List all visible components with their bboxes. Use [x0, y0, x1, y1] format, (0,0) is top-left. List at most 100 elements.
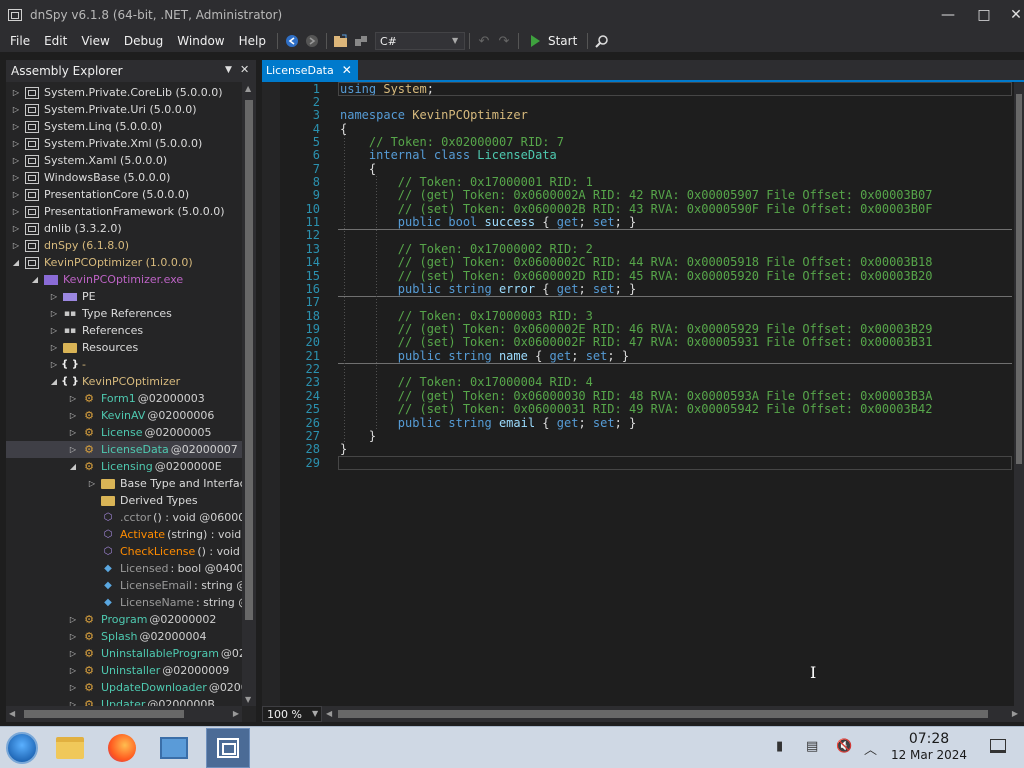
scroll-right-icon[interactable]: ▶ [233, 709, 239, 718]
scroll-left-icon[interactable]: ◀ [326, 709, 332, 718]
tree-item[interactable]: ▷ ⚙ Splash @02000004 [6, 628, 242, 645]
tree-item[interactable]: ▷ ⚙ License @02000005 [6, 424, 242, 441]
expand-arrow-icon[interactable]: ▷ [68, 445, 78, 454]
expand-arrow-icon[interactable]: ▷ [11, 224, 21, 233]
expand-arrow-icon[interactable]: ▷ [68, 649, 78, 658]
chevron-up-icon[interactable]: ︿ [864, 739, 877, 758]
menu-file[interactable]: File [3, 31, 37, 51]
expand-arrow-icon[interactable]: ▷ [68, 683, 78, 692]
open-folder-icon[interactable] [331, 31, 351, 51]
expand-arrow-icon[interactable]: ▷ [68, 666, 78, 675]
search-icon[interactable] [592, 31, 612, 51]
forward-arrow-icon[interactable] [302, 31, 322, 51]
expand-arrow-icon[interactable]: ▷ [68, 394, 78, 403]
network-icon[interactable]: ▤ [806, 739, 818, 754]
tree-item[interactable]: ⬡ Activate(string) : void @ [6, 526, 242, 543]
tree-item[interactable]: ▷ ▪▪ References [6, 322, 242, 339]
language-select[interactable]: C# ▼ [374, 32, 465, 50]
expand-arrow-icon[interactable]: ▷ [87, 479, 97, 488]
chevron-down-icon[interactable]: ▼ [312, 709, 322, 718]
expand-arrow-icon[interactable]: ▷ [68, 615, 78, 624]
back-arrow-icon[interactable] [282, 31, 302, 51]
expand-arrow-icon[interactable]: ▷ [11, 241, 21, 250]
expand-arrow-icon[interactable]: ▷ [49, 292, 59, 301]
expand-arrow-icon[interactable]: ▷ [11, 122, 21, 131]
firefox-button[interactable] [104, 730, 140, 766]
tree-item[interactable]: ◆ LicenseEmail: string @0 [6, 577, 242, 594]
tree-item[interactable]: ▷ ⚙ Updater @0200000B [6, 696, 242, 706]
expand-arrow-icon[interactable]: ▷ [68, 411, 78, 420]
expand-arrow-icon[interactable]: ▷ [11, 139, 21, 148]
tree-item[interactable]: ⬡ CheckLicense() : void @0 [6, 543, 242, 560]
tree-item[interactable]: ▷ ⚙ Program @02000002 [6, 611, 242, 628]
editor-horizontal-scrollbar[interactable]: ◀ ▶ [324, 706, 1024, 722]
code-view[interactable]: 1 using System; 2 3 namespace KevinPCOptimiz… [262, 82, 1014, 706]
start-debug-button[interactable]: Start [530, 34, 577, 48]
scrollbar-thumb[interactable] [24, 710, 184, 718]
scrollbar-thumb[interactable] [245, 100, 253, 620]
expand-arrow-icon[interactable]: ▷ [49, 343, 59, 352]
scroll-up-icon[interactable]: ▲ [245, 84, 251, 93]
tree-item[interactable]: ▷ ⚙ Form1 @02000003 [6, 390, 242, 407]
expand-arrow-icon[interactable]: ▷ [11, 88, 21, 97]
tree-item[interactable]: ▷ System.Private.CoreLib (5.0.0.0) [6, 84, 242, 101]
file-explorer-button[interactable] [52, 730, 88, 766]
minimize-button[interactable]: — [928, 0, 968, 30]
usb-icon[interactable]: ▮ [776, 739, 783, 754]
tree-item[interactable]: ◢ KevinPCOptimizer.exe [6, 271, 242, 288]
scrollbar-thumb[interactable] [1016, 94, 1022, 464]
scroll-left-icon[interactable]: ◀ [9, 709, 15, 718]
tree-item[interactable]: ▷ dnlib (3.3.2.0) [6, 220, 242, 237]
tree-item[interactable]: ▷ System.Linq (5.0.0.0) [6, 118, 242, 135]
close-tab-icon[interactable]: ✕ [342, 63, 352, 77]
tree-item[interactable]: ▷ ⚙ LicenseData @02000007 [6, 441, 242, 458]
menu-help[interactable]: Help [232, 31, 273, 51]
explorer-vertical-scrollbar[interactable]: ▲ ▼ [242, 82, 256, 706]
collapse-arrow-icon[interactable]: ◢ [30, 275, 40, 284]
tree-item[interactable]: ⬡ .cctor() : void @0600005 [6, 509, 242, 526]
dnspy-taskbar-button[interactable] [206, 728, 250, 768]
collapse-arrow-icon[interactable]: ◢ [11, 258, 21, 267]
assembly-list-icon[interactable] [351, 31, 371, 51]
tree-item[interactable]: ▷ Base Type and Interface [6, 475, 242, 492]
scroll-down-icon[interactable]: ▼ [245, 695, 251, 704]
system-clock[interactable]: 07:28 12 Mar 2024 [888, 731, 970, 763]
expand-arrow-icon[interactable]: ▷ [11, 173, 21, 182]
tree-item[interactable]: ◢ ⚙ Licensing @0200000E [6, 458, 242, 475]
menu-view[interactable]: View [74, 31, 116, 51]
code-editor[interactable]: 1 using System; 2 3 namespace KevinPCOptimiz… [262, 82, 1024, 706]
expand-arrow-icon[interactable]: ▷ [68, 428, 78, 437]
tree-item[interactable]: ▷ ⚙ UpdateDownloader@02000 [6, 679, 242, 696]
expand-arrow-icon[interactable]: ▷ [11, 156, 21, 165]
tree-item[interactable]: ▷ System.Private.Xml (5.0.0.0) [6, 135, 242, 152]
notification-icon[interactable] [990, 739, 1006, 753]
start-button[interactable] [4, 730, 40, 766]
remote-desktop-button[interactable] [156, 730, 192, 766]
tree-item[interactable]: ▷{ } - [6, 356, 242, 373]
tree-item[interactable]: ◢ KevinPCOptimizer (1.0.0.0) [6, 254, 242, 271]
close-button[interactable]: ✕ [996, 0, 1024, 30]
tab-licensedata[interactable]: LicenseData ✕ [262, 60, 358, 80]
tree-item[interactable]: ▷ PE [6, 288, 242, 305]
tree-item[interactable]: ◆ LicenseName: string @C [6, 594, 242, 611]
tree-item[interactable]: ▷ ⚙ UninstallableProgram@0200 [6, 645, 242, 662]
tree-item[interactable]: ▷ WindowsBase (5.0.0.0) [6, 169, 242, 186]
expand-arrow-icon[interactable]: ▷ [11, 105, 21, 114]
menu-edit[interactable]: Edit [37, 31, 74, 51]
redo-icon[interactable]: ↷ [494, 31, 514, 51]
expand-arrow-icon[interactable]: ▷ [49, 326, 59, 335]
panel-menu-chevron-icon[interactable]: ▼ [225, 65, 232, 75]
tree-item[interactable]: ▷ ▪▪ Type References [6, 305, 242, 322]
expand-arrow-icon[interactable]: ▷ [49, 309, 59, 318]
tree-item[interactable]: Derived Types [6, 492, 242, 509]
tree-item[interactable]: ▷ dnSpy (6.1.8.0) [6, 237, 242, 254]
expand-arrow-icon[interactable]: ▷ [49, 360, 59, 369]
tree-item[interactable]: ▷ ⚙ Uninstaller @02000009 [6, 662, 242, 679]
tree-item[interactable]: ▷ ⚙ KevinAV @02000006 [6, 407, 242, 424]
menu-window[interactable]: Window [170, 31, 231, 51]
undo-icon[interactable]: ↶ [474, 31, 494, 51]
scrollbar-thumb[interactable] [338, 710, 988, 718]
tree-item[interactable]: ▷ System.Private.Uri (5.0.0.0) [6, 101, 242, 118]
tree-item[interactable]: ▷ Resources [6, 339, 242, 356]
tree-item[interactable]: ◢{ } KevinPCOptimizer [6, 373, 242, 390]
